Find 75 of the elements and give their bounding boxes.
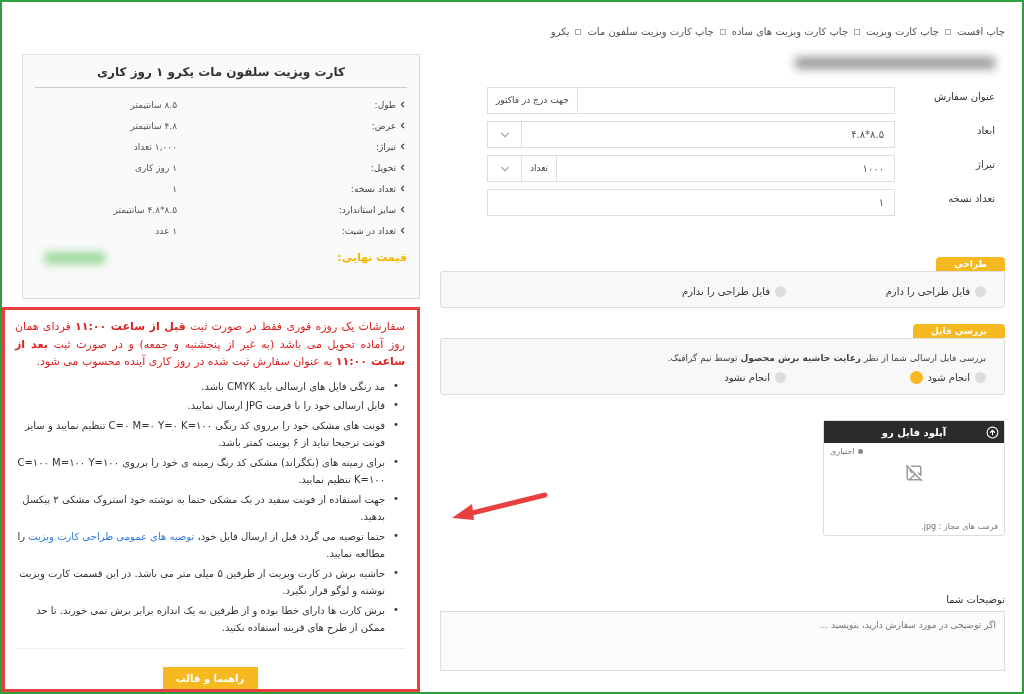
input-field[interactable]: ۱۰۰۰ تعداد bbox=[487, 155, 895, 182]
spec-label: تعداد در شیت: bbox=[341, 225, 396, 236]
guideline-item: برای زمینه های (بکگراند) مشکی کد رنگ زمینه ی خود را برروی C=۱۰۰ M=۱۰۰ Y=۱۰۰ K=۱۰۰ تنظیم نمایید. bbox=[16, 455, 386, 488]
spec-value: ۱,۰۰۰ تعداد bbox=[133, 141, 177, 152]
blurred-price bbox=[45, 251, 105, 264]
spec-value: ۸.۵ سانتیمتر bbox=[130, 99, 177, 110]
spec-label: طول: bbox=[374, 99, 396, 110]
upload-card[interactable]: آپلود فایل رو اختیاری فرمت های مجاز : jpg. bbox=[823, 420, 1005, 536]
bullet-mark: • bbox=[393, 398, 399, 413]
breadcrumb-link[interactable]: چاپ کارت ویزیت bbox=[866, 26, 939, 37]
spec-label: تعداد نسخه: bbox=[350, 183, 396, 194]
bullet-mark: • bbox=[393, 491, 399, 506]
field-label: ابعاد bbox=[976, 124, 996, 136]
breadcrumb-link[interactable]: چاپ کارت ویزیت های ساده bbox=[731, 26, 849, 37]
optional-note: اختیاری bbox=[830, 447, 863, 456]
radio-button[interactable] bbox=[975, 286, 986, 297]
chevron-icon bbox=[398, 100, 407, 109]
notice-text: سفارشات یک روزه فوری فقط در صورت ثبت قبل از ساعت ۱۱:۰۰ فردای همان روز آماده تحویل می باشد (به غیر از پنجشنبه و جمعه) و در صورت ثبت بعد از ساعت ۱۱:۰۰ به عنوان سفارش ثبت شده در روز کاری آینده محسوب می شود. bbox=[15, 319, 405, 371]
spec-label: تحویل: bbox=[370, 162, 396, 173]
guideline-item: مد رنگی فایل های ارسالی باید CMYK باشد. bbox=[200, 379, 386, 394]
chevron-icon bbox=[398, 205, 407, 214]
bullet-mark: • bbox=[393, 528, 399, 543]
guideline-item: برش کارت ها دارای خطا بوده و از طرفین به یک اندازه برابر برش نمی خورند. تا حد ممکن از طرح های قرینه استفاده نکنید. bbox=[35, 603, 386, 636]
bullet-mark: • bbox=[393, 378, 399, 393]
radio-button[interactable] bbox=[775, 286, 786, 297]
bullet-mark: • bbox=[393, 454, 399, 469]
breadcrumb-link[interactable]: چاپ افست bbox=[956, 26, 1005, 37]
info-icon[interactable] bbox=[909, 371, 923, 384]
comments-field[interactable]: اگر توضیحی در مورد سفارش دارید، بنویسید ... bbox=[440, 611, 1005, 671]
allowed-formats: فرمت های مجاز : jpg. bbox=[920, 522, 998, 531]
radio-button[interactable] bbox=[975, 372, 986, 383]
bullet-mark: • bbox=[393, 565, 399, 580]
section-description: بررسی فایل ارسالی شما از نظر رعایت حاشیه برش محصول توسط تیم گرافیک. bbox=[666, 353, 986, 363]
option-label[interactable]: انجام شود bbox=[927, 372, 970, 383]
unit-select[interactable]: تعداد bbox=[522, 156, 558, 181]
chevron-icon bbox=[398, 184, 407, 193]
breadcrumb-link[interactable]: یکرو bbox=[550, 26, 570, 37]
bullet-mark: • bbox=[393, 602, 399, 617]
input-field[interactable]: جهت درج در فاکتور bbox=[487, 87, 895, 114]
guideline-item: حاشیه برش در کارت ویزیت از طرفین ۵ میلی متر می باشد. در این قسمت کارت ویزیت نوشته و لوگو قرار نگیرد. bbox=[18, 566, 386, 599]
guideline-item: جهت استفاده از فونت سفید در بک مشکی حتما به نوشته خود استروک مشکی ۲ پیکسل بدهید. bbox=[21, 492, 386, 525]
addon-label: جهت درج در فاکتور bbox=[488, 88, 578, 113]
chevron-icon bbox=[398, 121, 407, 130]
chevron-icon bbox=[398, 163, 407, 172]
select-field[interactable]: ۸.۵*۴.۸ bbox=[487, 121, 895, 148]
image-placeholder-icon bbox=[905, 464, 923, 482]
spec-label: عرض: bbox=[371, 120, 396, 131]
comments-label: توضیحات شما bbox=[945, 594, 1005, 605]
spec-value: ۱ bbox=[172, 183, 177, 194]
spec-label: سایز استاندارد: bbox=[338, 204, 396, 215]
spec-value: ۱ روز کاری bbox=[134, 162, 177, 173]
option-label[interactable]: فایل طراحی را دارم bbox=[885, 286, 970, 297]
spec-label: تیراژ: bbox=[375, 141, 396, 152]
upload-title: آپلود فایل رو bbox=[881, 426, 947, 438]
field-label: تعداد نسخه bbox=[947, 192, 996, 204]
upload-icon bbox=[986, 425, 999, 439]
chevron-icon bbox=[398, 142, 407, 151]
bullet-mark: • bbox=[393, 417, 399, 432]
guideline-item: فایل ارسالی خود را با فرمت JPG ارسال نمایید. bbox=[186, 399, 386, 414]
spec-value: ۴.۸ سانتیمتر bbox=[130, 120, 177, 131]
field-label: تیراژ bbox=[974, 158, 996, 170]
guideline-item: فونت های مشکی خود را برروی کد رنگی C=۰ M=۰ Y=۰ K=۱۰۰ تنظیم نمایید و سایز فونت ترجیحا نباید از ۶ پوینت کمتر باشد. bbox=[23, 418, 386, 451]
price-label: قیمت نهایی: bbox=[337, 251, 407, 264]
spec-value: ۱ عدد bbox=[155, 225, 177, 236]
radio-button[interactable] bbox=[775, 372, 786, 383]
guidelines-link[interactable]: توصیه های عمومی طراحی کارت ویزیت bbox=[28, 530, 195, 542]
breadcrumb-link[interactable]: چاپ کارت ویزیت سلفون مات bbox=[587, 26, 714, 37]
chevron-icon bbox=[398, 226, 407, 235]
guideline-item: حتما توصیه می گردد قبل از ارسال فایل خود، توصیه های عمومی طراحی کارت ویزیت را مطالعه نمایید. bbox=[16, 529, 386, 562]
option-label[interactable]: فایل طراحی را ندارم bbox=[682, 286, 770, 297]
input-field[interactable]: ۱ bbox=[487, 189, 895, 216]
card-title: کارت ویزیت سلفون مات یکرو ۱ روز کاری bbox=[35, 61, 407, 88]
field-label: عنوان سفارش bbox=[933, 90, 996, 102]
spec-value: ۸.۵*۴.۸ سانتیمتر bbox=[113, 204, 177, 215]
option-label[interactable]: انجام نشود bbox=[724, 372, 770, 383]
